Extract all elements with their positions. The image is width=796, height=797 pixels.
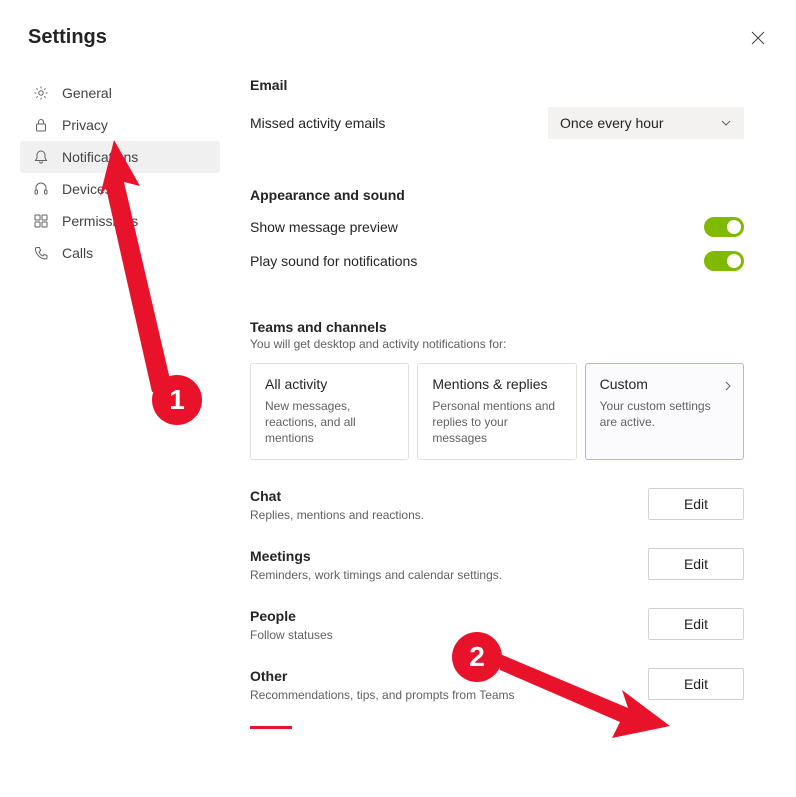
card-title: Mentions & replies: [432, 376, 561, 392]
people-edit-button[interactable]: Edit: [648, 608, 744, 640]
card-custom[interactable]: Custom Your custom settings are active.: [585, 363, 744, 460]
section-teams-title: Teams and channels: [250, 319, 744, 335]
preview-label: Show message preview: [250, 219, 398, 235]
chat-desc: Replies, mentions and reactions.: [250, 508, 648, 522]
annotation-arrow-2: [500, 650, 670, 740]
gear-icon: [32, 84, 50, 102]
chat-title: Chat: [250, 488, 648, 504]
phone-icon: [32, 244, 50, 262]
close-icon: [751, 31, 765, 45]
sidebar-item-label: Calls: [62, 245, 93, 261]
section-appearance-title: Appearance and sound: [250, 187, 744, 203]
sidebar-item-general[interactable]: General: [20, 77, 220, 109]
meetings-title: Meetings: [250, 548, 648, 564]
missed-emails-dropdown[interactable]: Once every hour: [548, 107, 744, 139]
annotation-badge-1: 1: [152, 375, 202, 425]
sidebar-item-privacy[interactable]: Privacy: [20, 109, 220, 141]
card-mentions-replies[interactable]: Mentions & replies Personal mentions and…: [417, 363, 576, 460]
bell-icon: [32, 148, 50, 166]
sidebar-item-label: General: [62, 85, 112, 101]
sound-label: Play sound for notifications: [250, 253, 417, 269]
annotation-badge-2: 2: [452, 632, 502, 682]
lock-icon: [32, 116, 50, 134]
preview-toggle[interactable]: [704, 217, 744, 237]
meetings-desc: Reminders, work timings and calendar set…: [250, 568, 648, 582]
header: Settings: [0, 0, 796, 59]
apps-icon: [32, 212, 50, 230]
card-all-activity[interactable]: All activity New messages, reactions, an…: [250, 363, 409, 460]
people-desc: Follow statuses: [250, 628, 648, 642]
sound-toggle[interactable]: [704, 251, 744, 271]
card-desc: Your custom settings are active.: [600, 398, 729, 430]
annotation-arrow-1: [100, 140, 190, 400]
card-desc: Personal mentions and replies to your me…: [432, 398, 561, 447]
meetings-edit-button[interactable]: Edit: [648, 548, 744, 580]
close-button[interactable]: [748, 28, 768, 48]
people-title: People: [250, 608, 648, 624]
missed-emails-label: Missed activity emails: [250, 115, 385, 131]
section-email-title: Email: [250, 77, 744, 93]
chat-edit-button[interactable]: Edit: [648, 488, 744, 520]
page-title: Settings: [28, 26, 107, 49]
card-title: Custom: [600, 376, 729, 392]
sidebar-item-label: Privacy: [62, 117, 108, 133]
card-desc: New messages, reactions, and all mention…: [265, 398, 394, 447]
chevron-right-icon: [723, 378, 733, 396]
chevron-down-icon: [720, 117, 732, 129]
main-content: Email Missed activity emails Once every …: [220, 59, 796, 748]
teams-subtitle: You will get desktop and activity notifi…: [250, 337, 744, 351]
dropdown-value: Once every hour: [560, 115, 664, 131]
headset-icon: [32, 180, 50, 198]
card-title: All activity: [265, 376, 394, 392]
annotation-underline-other: [250, 726, 292, 729]
